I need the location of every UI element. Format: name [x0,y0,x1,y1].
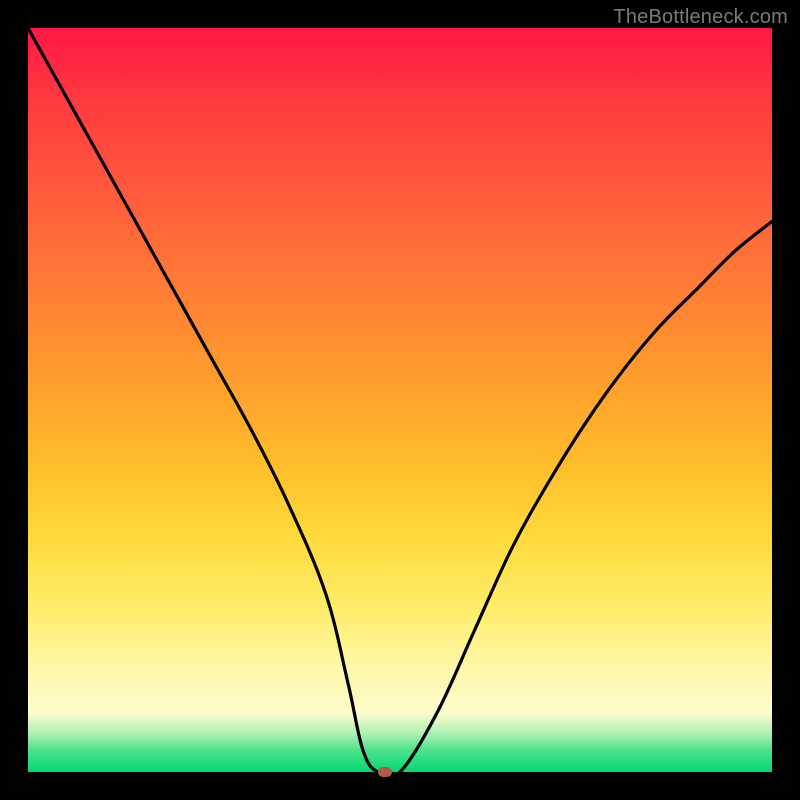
watermark-text: TheBottleneck.com [613,6,788,29]
bottleneck-curve [28,28,772,772]
plot-area [28,28,772,772]
minimum-marker [378,767,392,777]
chart-frame: TheBottleneck.com [0,0,800,800]
